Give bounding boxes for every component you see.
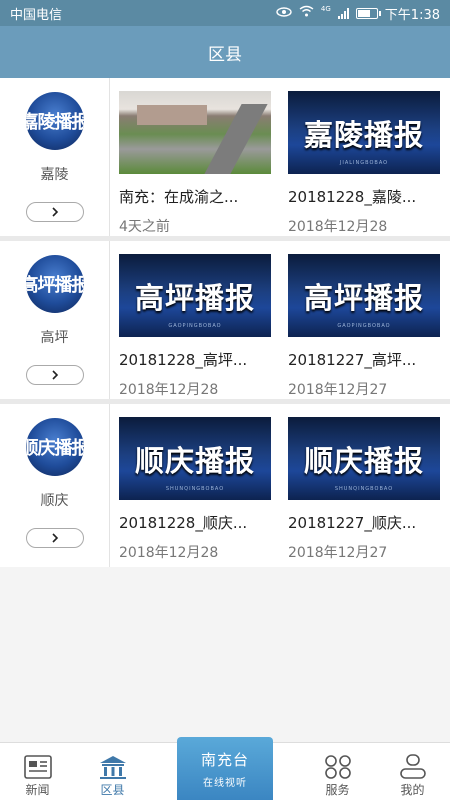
- title-bar: 区县: [0, 26, 450, 78]
- region-name: 高坪: [40, 330, 69, 346]
- region-name: 顺庆: [40, 493, 69, 509]
- clock-label: 下午1:38: [384, 7, 440, 23]
- thumbnail-subcaption: GAOPINGBOBAO: [168, 323, 222, 329]
- region-items: 高坪播报 GAOPINGBOBAO 20181228_高坪... 2018年12…: [110, 241, 450, 399]
- live-tv-button[interactable]: 南充台 在线视听: [177, 737, 273, 800]
- news-thumbnail: 顺庆播报 SHUNQINGBOBAO: [288, 417, 440, 500]
- nav-label: 我的: [400, 783, 425, 797]
- region-more-button[interactable]: [25, 365, 84, 385]
- nav-label: 服务: [325, 783, 350, 797]
- wifi-icon: [299, 5, 314, 21]
- region-avatar[interactable]: 高坪播报: [25, 255, 84, 313]
- thumbnail-caption: 高坪播报: [303, 280, 424, 315]
- thumbnail-caption: 顺庆播报: [303, 443, 424, 478]
- chevron-right-icon: [51, 533, 58, 543]
- news-title: 20181227_顺庆...: [288, 514, 417, 532]
- page-title: 区县: [208, 44, 242, 65]
- news-title: 20181227_高坪...: [288, 351, 417, 369]
- avatar-text: 高坪播报: [25, 275, 84, 296]
- building-icon: [98, 753, 128, 781]
- live-tv-label: 南充台: [200, 750, 249, 769]
- nav-district[interactable]: 区县: [75, 742, 150, 800]
- region-row-gaoping: 高坪播报 高坪 高坪播报 GAOPINGBOBAO 20181228_高坪...…: [0, 241, 450, 404]
- eye-icon: [276, 6, 292, 21]
- thumbnail-subcaption: SHUNQINGBOBAO: [165, 486, 225, 492]
- region-avatar[interactable]: 顺庆播报: [25, 418, 84, 476]
- status-icons: 4G 下午1:38: [276, 4, 440, 23]
- news-date: 2018年12月28: [119, 545, 219, 561]
- region-list: 嘉陵播报 嘉陵 南充：在成渝之... 4天之前 嘉陵播报 JIALINGBOBA…: [0, 78, 450, 567]
- thumbnail-subcaption: JIALINGBOBAO: [339, 160, 389, 166]
- grid-icon: [323, 753, 353, 781]
- news-item[interactable]: 高坪播报 GAOPINGBOBAO 20181227_高坪... 2018年12…: [288, 254, 440, 399]
- chevron-right-icon: [51, 207, 58, 217]
- battery-icon: [355, 7, 381, 19]
- newspaper-icon: [23, 753, 53, 781]
- news-title: 20181228_高坪...: [119, 351, 248, 369]
- news-item[interactable]: 南充：在成渝之... 4天之前: [119, 91, 271, 236]
- region-more-button[interactable]: [25, 202, 84, 222]
- news-date: 2018年12月28: [119, 382, 219, 398]
- news-date: 2018年12月27: [288, 382, 388, 398]
- avatar-text: 嘉陵播报: [25, 112, 84, 133]
- news-title: 20181228_顺庆...: [119, 514, 248, 532]
- thumbnail-caption: 嘉陵播报: [303, 117, 424, 152]
- region-items: 南充：在成渝之... 4天之前 嘉陵播报 JIALINGBOBAO 201812…: [110, 78, 450, 236]
- news-title: 20181228_嘉陵...: [288, 188, 417, 206]
- avatar-text: 顺庆播报: [25, 438, 84, 459]
- news-thumbnail: 高坪播报 GAOPINGBOBAO: [288, 254, 440, 337]
- news-item[interactable]: 顺庆播报 SHUNQINGBOBAO 20181227_顺庆... 2018年1…: [288, 417, 440, 567]
- region-row-jialing: 嘉陵播报 嘉陵 南充：在成渝之... 4天之前 嘉陵播报 JIALINGBOBA…: [0, 78, 450, 241]
- news-thumbnail: 嘉陵播报 JIALINGBOBAO: [288, 91, 440, 174]
- thumbnail-subcaption: SHUNQINGBOBAO: [334, 486, 394, 492]
- news-thumbnail: 高坪播报 GAOPINGBOBAO: [119, 254, 271, 337]
- chevron-right-icon: [51, 370, 58, 380]
- nav-center: 南充台 在线视听: [150, 737, 300, 800]
- status-bar: 中国电信 4G 下午1:38: [0, 0, 450, 26]
- bottom-nav: 新闻 区县 南充台 在线视听 服务 我的: [0, 737, 450, 800]
- news-date: 4天之前: [119, 219, 170, 235]
- news-thumbnail: 顺庆播报 SHUNQINGBOBAO: [119, 417, 271, 500]
- nav-label: 新闻: [25, 783, 50, 797]
- region-avatar[interactable]: 嘉陵播报: [25, 92, 84, 150]
- thumbnail-caption: 顺庆播报: [134, 443, 255, 478]
- thumbnail-caption: 高坪播报: [134, 280, 255, 315]
- news-item[interactable]: 嘉陵播报 JIALINGBOBAO 20181228_嘉陵... 2018年12…: [288, 91, 440, 236]
- region-header: 顺庆播报 顺庆: [0, 404, 110, 567]
- news-title: 南充：在成渝之...: [119, 188, 239, 206]
- region-items: 顺庆播报 SHUNQINGBOBAO 20181228_顺庆... 2018年1…: [110, 404, 450, 567]
- region-row-shunqing: 顺庆播报 顺庆 顺庆播报 SHUNQINGBOBAO 20181228_顺庆..…: [0, 404, 450, 567]
- news-item[interactable]: 顺庆播报 SHUNQINGBOBAO 20181228_顺庆... 2018年1…: [119, 417, 271, 567]
- news-date: 2018年12月28: [288, 219, 388, 235]
- carrier-label: 中国电信: [10, 7, 63, 23]
- region-more-button[interactable]: [25, 528, 84, 548]
- nav-service[interactable]: 服务: [300, 742, 375, 800]
- news-item[interactable]: 高坪播报 GAOPINGBOBAO 20181228_高坪... 2018年12…: [119, 254, 271, 399]
- news-date: 2018年12月27: [288, 545, 388, 561]
- region-header: 嘉陵播报 嘉陵: [0, 78, 110, 236]
- thumbnail-subcaption: GAOPINGBOBAO: [337, 323, 391, 329]
- region-name: 嘉陵: [40, 167, 69, 183]
- live-tv-sublabel: 在线视听: [203, 777, 247, 789]
- nav-mine[interactable]: 我的: [375, 742, 450, 800]
- signal-icon: [337, 7, 349, 19]
- user-icon: [398, 753, 428, 781]
- nav-news[interactable]: 新闻: [0, 742, 75, 800]
- network-type-label: 4G: [320, 5, 331, 13]
- nav-label: 区县: [100, 783, 125, 797]
- region-header: 高坪播报 高坪: [0, 241, 110, 399]
- news-thumbnail: [119, 91, 271, 174]
